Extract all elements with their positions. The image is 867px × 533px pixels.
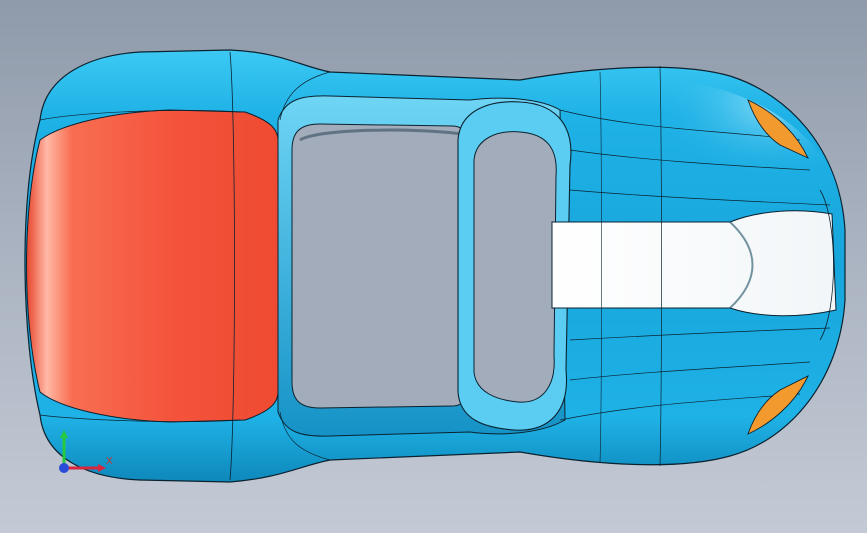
y-axis-arrowhead: [60, 430, 68, 438]
x-axis-label: X: [106, 456, 113, 467]
windshield-opening: [473, 131, 557, 403]
rear-deck-panel[interactable]: [26, 109, 279, 423]
x-axis-arrowhead: [98, 464, 106, 472]
car-body-model[interactable]: [0, 0, 867, 533]
z-axis-dot: [59, 463, 69, 473]
axis-triad: X: [50, 430, 120, 480]
front-stripe[interactable]: [551, 210, 837, 317]
cockpit-opening: [291, 123, 469, 409]
3d-viewport[interactable]: X: [0, 0, 867, 533]
